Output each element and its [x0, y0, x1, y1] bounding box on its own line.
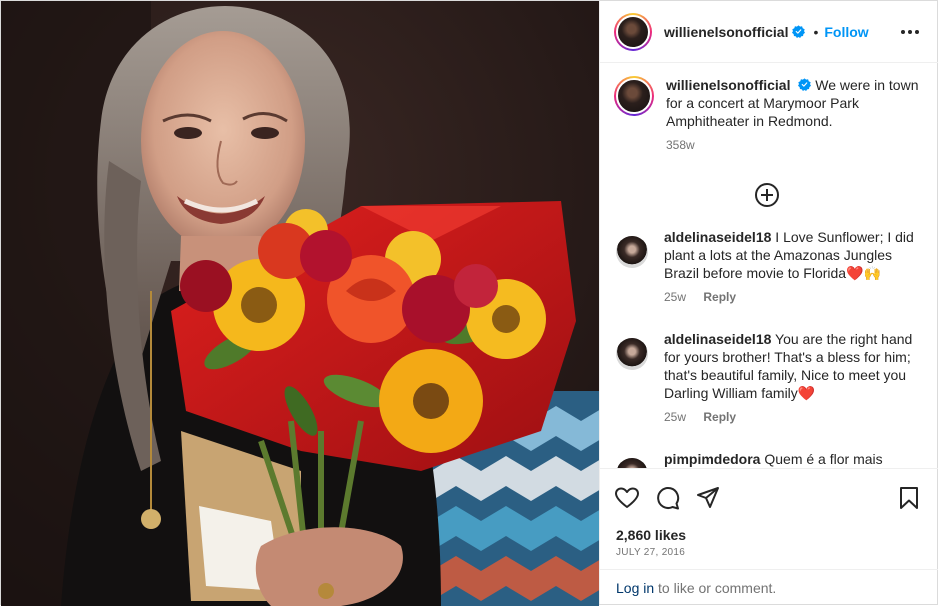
- comment-body: pimpimdedora Quem é a flor mais: [664, 450, 924, 468]
- comment-item: aldelinaseidel18 I Love Sunflower; I did…: [614, 228, 934, 304]
- post-side-panel: willienelsonofficial • Follow willienels…: [599, 1, 938, 604]
- comment-text-block: pimpimdedora Quem é a flor mais: [664, 450, 924, 468]
- caption-text-block: willienelsonofficial We were in town for…: [666, 76, 924, 130]
- comment-icon[interactable]: [655, 485, 681, 511]
- comment-body: aldelinaseidel18 I Love Sunflower; I did…: [664, 228, 924, 304]
- caption-username[interactable]: willienelsonofficial: [666, 77, 790, 93]
- comment-meta: 25w Reply: [664, 290, 924, 304]
- photo-illustration: [1, 1, 599, 606]
- login-prompt: Log in to like or comment.: [600, 569, 938, 605]
- comment-username[interactable]: aldelinaseidel18: [664, 331, 771, 347]
- comment-username[interactable]: aldelinaseidel18: [664, 229, 771, 245]
- caption-author-avatar[interactable]: [614, 76, 654, 116]
- share-icon[interactable]: [695, 485, 721, 511]
- comment-age[interactable]: 25w: [664, 290, 686, 304]
- comment-meta: 25w Reply: [664, 410, 924, 424]
- post-actions: 2,860 likes JULY 27, 2016 Log in to like…: [600, 468, 938, 604]
- caption-age[interactable]: 358w: [666, 138, 695, 152]
- author-username[interactable]: willienelsonofficial: [664, 24, 788, 40]
- bookmark-icon[interactable]: [896, 485, 922, 511]
- comment-text-block: aldelinaseidel18 You are the right hand …: [664, 330, 924, 402]
- author-avatar[interactable]: [614, 12, 652, 51]
- post-photo[interactable]: [1, 1, 599, 606]
- post-caption: willienelsonofficial We were in town for…: [614, 76, 934, 152]
- verified-badge-icon: [792, 25, 806, 38]
- verified-badge-icon: [798, 78, 812, 91]
- follow-button[interactable]: Follow: [824, 24, 868, 40]
- commenter-avatar[interactable]: [616, 338, 648, 370]
- comment-text: Quem é a flor mais: [764, 451, 883, 467]
- reply-button[interactable]: Reply: [703, 410, 736, 424]
- login-link[interactable]: Log in: [616, 580, 654, 596]
- caption-meta: 358w: [666, 138, 924, 152]
- more-options-icon[interactable]: [900, 23, 920, 41]
- heart-icon[interactable]: [614, 485, 640, 511]
- comment-username[interactable]: pimpimdedora: [664, 451, 760, 467]
- comment-age[interactable]: 25w: [664, 410, 686, 424]
- post-date[interactable]: JULY 27, 2016: [616, 547, 685, 558]
- comment-text-block: aldelinaseidel18 I Love Sunflower; I did…: [664, 228, 924, 282]
- likes-count[interactable]: 2,860 likes: [616, 527, 686, 543]
- header-separator: •: [813, 23, 819, 40]
- comment-body: aldelinaseidel18 You are the right hand …: [664, 330, 924, 424]
- reply-button[interactable]: Reply: [703, 290, 736, 304]
- comments-section[interactable]: willienelsonofficial We were in town for…: [600, 64, 938, 468]
- comment-item: aldelinaseidel18 You are the right hand …: [614, 330, 934, 424]
- post-header: willienelsonofficial • Follow: [600, 1, 938, 63]
- comment-item: pimpimdedora Quem é a flor mais: [614, 450, 934, 468]
- commenter-avatar[interactable]: [616, 458, 648, 468]
- caption-body: willienelsonofficial We were in town for…: [666, 76, 924, 152]
- commenter-avatar[interactable]: [616, 236, 648, 268]
- login-suffix: to like or comment.: [654, 580, 777, 596]
- instagram-post: willienelsonofficial • Follow willienels…: [0, 0, 938, 606]
- plus-circle-icon[interactable]: [754, 182, 780, 208]
